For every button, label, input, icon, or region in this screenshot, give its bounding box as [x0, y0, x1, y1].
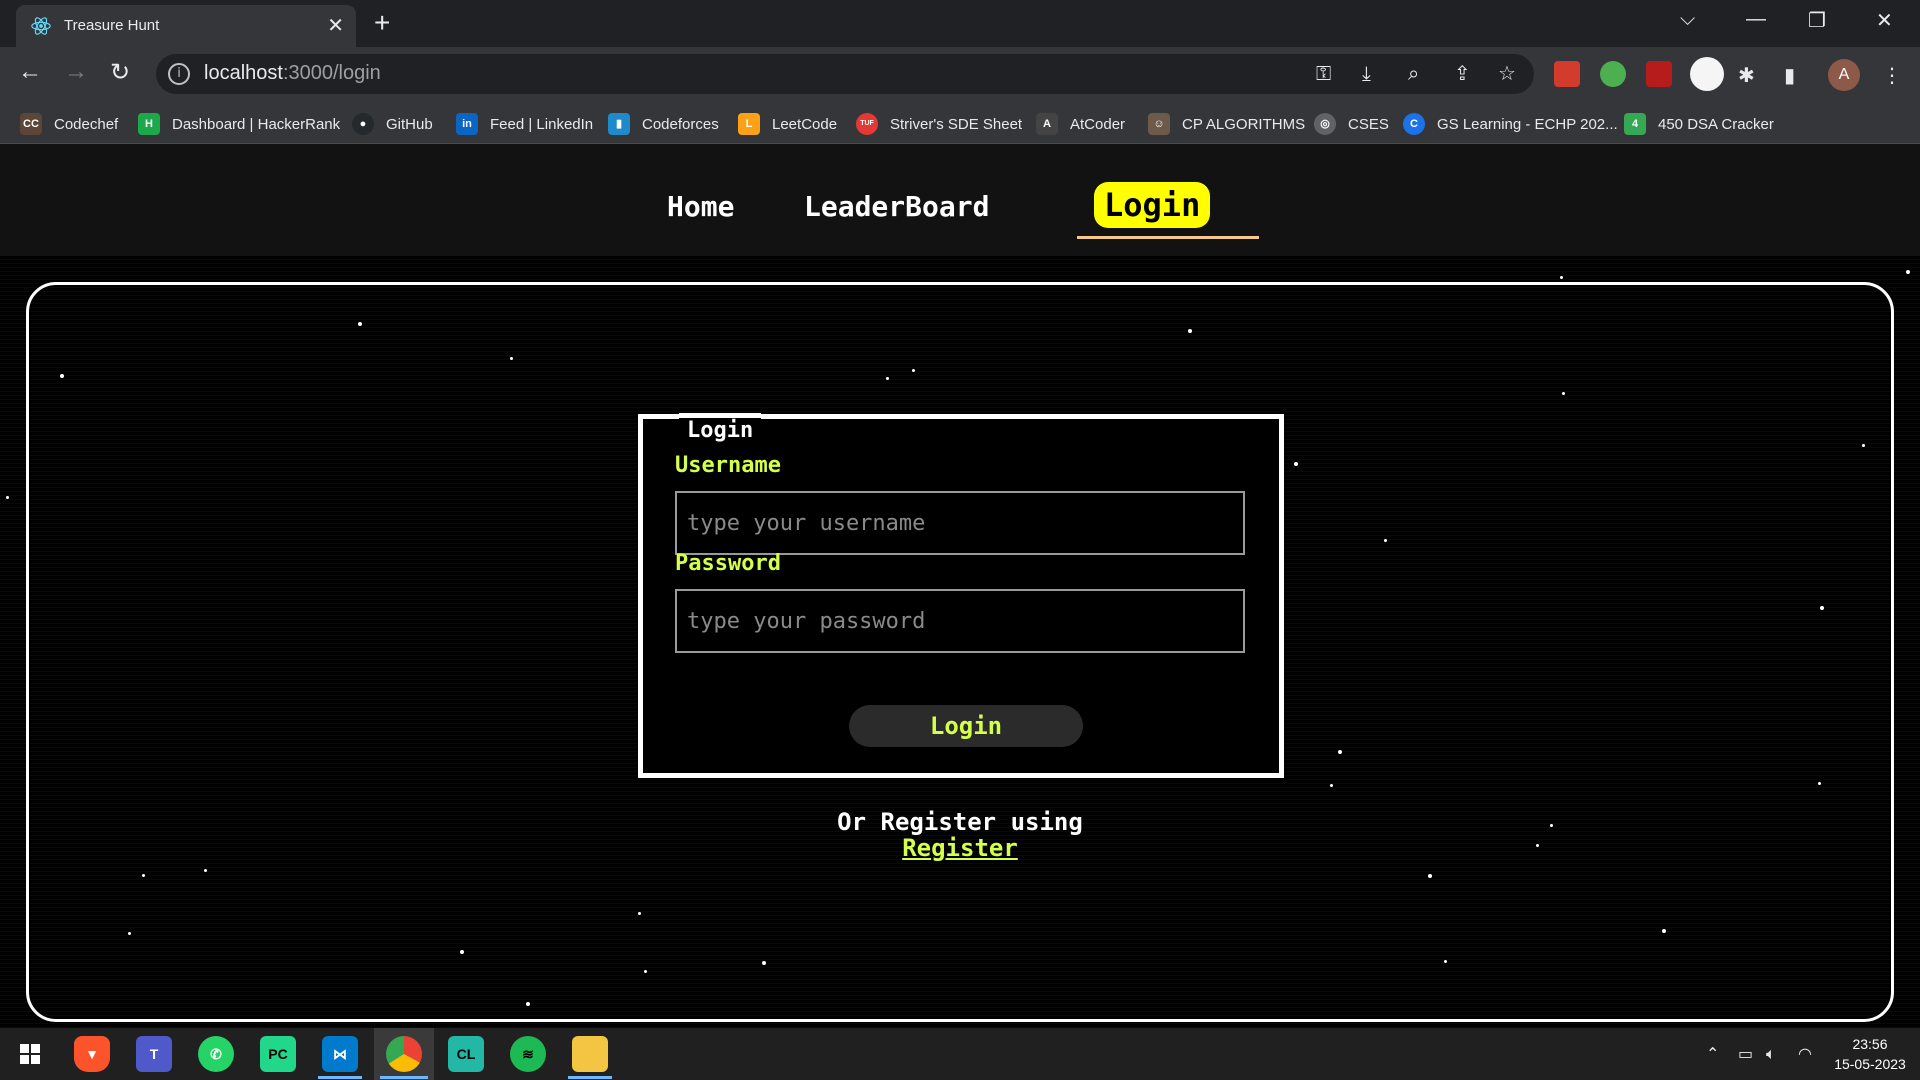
url-text[interactable]: localhost:3000/login: [204, 62, 381, 85]
codechef-icon: CC: [20, 113, 42, 135]
restore-button[interactable]: ❐: [1808, 8, 1826, 33]
share-icon[interactable]: ⇪: [1454, 61, 1471, 85]
browser-tab[interactable]: Treasure Hunt ✕: [16, 5, 356, 47]
leetcode-icon: L: [738, 113, 760, 135]
spotify-icon[interactable]: ≋: [510, 1036, 546, 1072]
nav-leaderboard[interactable]: LeaderBoard: [804, 190, 989, 223]
minimize-button[interactable]: —: [1746, 8, 1766, 31]
bookmark-item[interactable]: H Dashboard | HackerRank: [138, 113, 340, 135]
page-content: Home LeaderBoard Login Login Username ty…: [0, 144, 1920, 1028]
extension-chart-icon[interactable]: [1690, 57, 1724, 91]
tray-chevron-icon[interactable]: ⌃: [1706, 1044, 1719, 1063]
password-key-icon[interactable]: ⚿: [1316, 61, 1331, 85]
wifi-icon[interactable]: ◠: [1798, 1044, 1812, 1063]
nav-home[interactable]: Home: [667, 190, 734, 223]
bookmark-item[interactable]: ◎ CSES: [1314, 113, 1389, 135]
side-panel-icon[interactable]: ▮: [1784, 63, 1795, 87]
profile-avatar[interactable]: A: [1828, 59, 1860, 91]
bookmark-item[interactable]: ● GitHub: [352, 113, 433, 135]
teams-icon[interactable]: T: [136, 1036, 172, 1072]
bookmark-item[interactable]: in Feed | LinkedIn: [456, 113, 593, 135]
bookmark-star-icon[interactable]: ☆: [1498, 61, 1516, 85]
codeforces-icon: ▮: [608, 113, 630, 135]
login-form: Login Username Password Login: [638, 413, 1284, 778]
battery-icon[interactable]: ▭: [1738, 1044, 1753, 1063]
atcoder-icon: A: [1036, 113, 1058, 135]
site-navbar: Home LeaderBoard Login: [0, 144, 1920, 256]
clion-icon[interactable]: CL: [448, 1036, 484, 1072]
clock-time: 23:56: [1852, 1036, 1888, 1052]
windows-taskbar: ▼ T ✆ PC ⋈ CL ≋ ⌃ ▭ 🔈︎ ◠ 23:56 15-05-202…: [0, 1028, 1920, 1080]
nav-login[interactable]: Login: [1094, 182, 1211, 228]
new-tab-button[interactable]: +: [374, 9, 390, 37]
extensions-puzzle-icon[interactable]: ✱: [1738, 63, 1755, 87]
username-input[interactable]: [675, 491, 1245, 555]
bookmark-item[interactable]: TUF Striver's SDE Sheet: [856, 113, 1022, 135]
browser-toolbar: ← → ↻ i localhost:3000/login ⚿ ⤓ ⌕ ⇪ ☆ ✱…: [0, 47, 1920, 102]
cp-algorithms-icon: ☺: [1148, 113, 1170, 135]
windows-start-icon[interactable]: [12, 1036, 48, 1072]
hackerrank-icon: H: [138, 113, 160, 135]
login-form-legend: Login: [679, 413, 762, 443]
bookmark-item[interactable]: ▮ Codeforces: [608, 113, 719, 135]
extension-red-icon[interactable]: [1554, 61, 1580, 87]
github-icon: ●: [352, 113, 374, 135]
file-explorer-icon[interactable]: [572, 1036, 608, 1072]
bookmark-item[interactable]: A AtCoder: [1036, 113, 1125, 135]
tuf-icon: TUF: [856, 113, 878, 135]
address-bar[interactable]: i localhost:3000/login ⚿ ⤓ ⌕ ⇪ ☆: [156, 54, 1534, 94]
browser-tab-bar: Treasure Hunt ✕ + ⌵ — ❐ ✕: [0, 0, 1920, 47]
explorer-running-indicator: [568, 1076, 612, 1079]
chrome-icon[interactable]: [386, 1036, 422, 1072]
username-label: Username: [675, 453, 781, 478]
extension-pdf-icon[interactable]: [1646, 61, 1672, 87]
vscode-running-indicator: [318, 1076, 362, 1079]
pycharm-icon[interactable]: PC: [260, 1036, 296, 1072]
forward-icon[interactable]: →: [64, 58, 88, 86]
bookmark-item[interactable]: C GS Learning - ECHP 202...: [1403, 113, 1618, 135]
site-info-icon[interactable]: i: [168, 63, 190, 85]
extension-plus-icon[interactable]: [1600, 61, 1626, 87]
vscode-icon[interactable]: ⋈: [322, 1036, 358, 1072]
close-tab-icon[interactable]: ✕: [327, 13, 344, 38]
brave-icon[interactable]: ▼: [74, 1036, 110, 1072]
reload-icon[interactable]: ↻: [110, 58, 130, 87]
register-link-row: Register: [0, 834, 1920, 862]
active-nav-underline: [1077, 236, 1259, 239]
whatsapp-icon[interactable]: ✆: [198, 1036, 234, 1072]
tab-title: Treasure Hunt: [64, 17, 160, 34]
volume-icon[interactable]: 🔈︎: [1766, 1044, 1776, 1064]
linkedin-icon: in: [456, 113, 478, 135]
bookmark-item[interactable]: 4 450 DSA Cracker: [1624, 113, 1774, 135]
dsa-cracker-icon: 4: [1624, 113, 1646, 135]
register-link[interactable]: Register: [902, 834, 1018, 862]
close-window-button[interactable]: ✕: [1876, 8, 1893, 33]
password-input[interactable]: [675, 589, 1245, 653]
bookmark-item[interactable]: CC Codechef: [20, 113, 118, 135]
more-menu-icon[interactable]: ⋮: [1882, 63, 1902, 87]
register-prompt: Or Register using: [837, 808, 1083, 836]
bookmarks-bar: CC Codechef H Dashboard | HackerRank ● GitH…: [0, 102, 1920, 144]
clock-date: 15-05-2023: [1834, 1056, 1906, 1072]
password-label: Password: [675, 551, 781, 576]
zoom-icon[interactable]: ⌕: [1408, 61, 1419, 85]
bookmark-item[interactable]: ☺ CP ALGORITHMS: [1148, 113, 1305, 135]
back-icon[interactable]: ←: [18, 58, 42, 86]
system-clock[interactable]: 23:56 15-05-2023: [1822, 1034, 1918, 1074]
react-icon: [31, 17, 51, 35]
login-submit-button[interactable]: Login: [849, 705, 1083, 747]
chrome-running-indicator: [380, 1076, 428, 1079]
gs-learning-icon: C: [1403, 113, 1425, 135]
tab-search-icon[interactable]: ⌵: [1680, 8, 1695, 31]
bookmark-item[interactable]: L LeetCode: [738, 113, 837, 135]
cses-icon: ◎: [1314, 113, 1336, 135]
install-app-icon[interactable]: ⤓: [1362, 61, 1371, 85]
